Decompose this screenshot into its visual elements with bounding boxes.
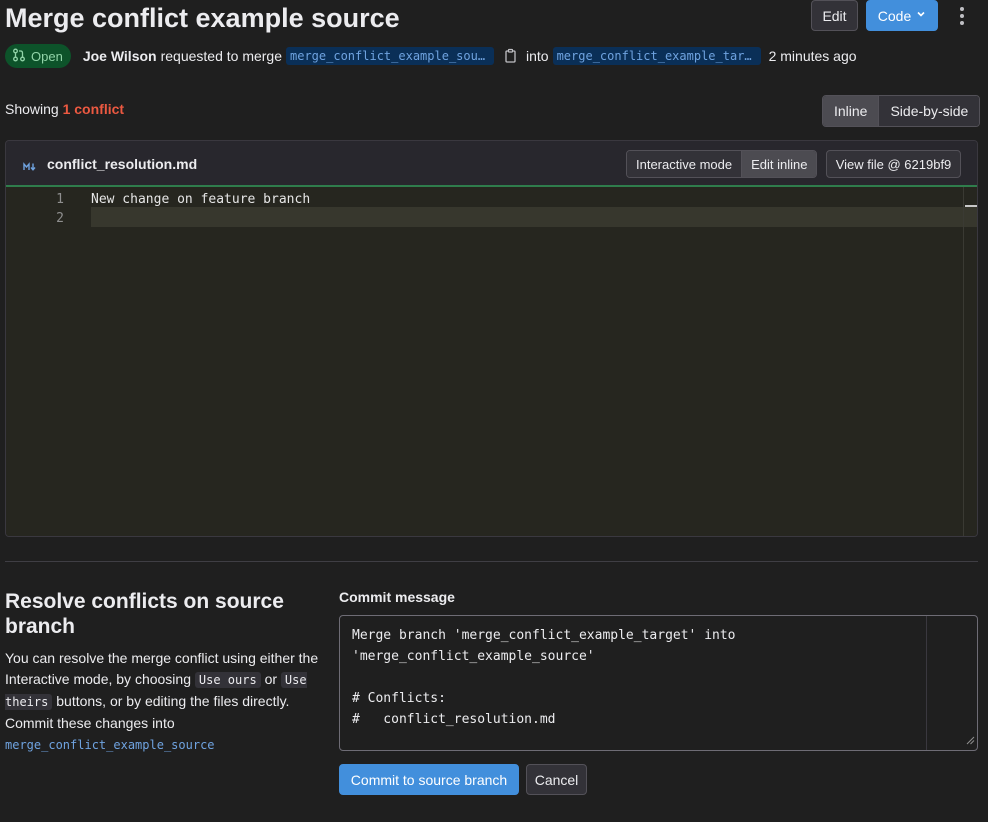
inline-view-button[interactable]: Inline [823, 96, 879, 126]
use-ours-code: Use ours [194, 672, 261, 688]
file-header: conflict_resolution.md Interactive mode … [6, 141, 977, 187]
resolution-mode-toggle: Interactive mode Edit inline [626, 150, 818, 178]
page-title: Merge conflict example source [5, 3, 400, 33]
interactive-mode-button[interactable]: Interactive mode [627, 151, 742, 177]
editor-scrollbar[interactable] [963, 187, 964, 536]
cursor-position-marker [965, 205, 977, 207]
more-actions-icon[interactable] [952, 4, 972, 28]
resolve-desc-or: or [264, 671, 278, 687]
current-line-highlight [91, 207, 977, 227]
view-file-button[interactable]: View file @ 6219bf9 [826, 150, 961, 178]
markdown-file-icon [23, 159, 37, 175]
chevron-down-icon [916, 9, 926, 22]
code-editor[interactable]: 1 New change on feature branch 2 [6, 187, 977, 536]
conflict-count: 1 conflict [62, 101, 125, 117]
source-branch-link[interactable]: merge_conflict_example_sour… [286, 47, 494, 65]
status-label: Open [31, 48, 63, 64]
resize-handle-icon[interactable] [965, 732, 975, 748]
code-button-label: Code [877, 7, 912, 24]
time-ago: 2 minutes ago [768, 48, 857, 64]
section-divider [5, 561, 978, 562]
commit-message-text[interactable]: Merge branch 'merge_conflict_example_tar… [352, 625, 922, 730]
cancel-button[interactable]: Cancel [526, 764, 587, 795]
conflict-summary: Showing 1 conflict [5, 101, 124, 117]
requested-text: requested to merge [160, 48, 282, 64]
into-text: into [526, 48, 549, 64]
resolve-section-title: Resolve conflicts on source branch [5, 590, 284, 638]
copy-icon[interactable] [504, 48, 518, 64]
file-name: conflict_resolution.md [47, 156, 198, 172]
merge-request-icon [12, 48, 31, 65]
code-line[interactable]: New change on feature branch [91, 192, 310, 207]
merge-request-meta: Open Joe Wilson requested to merge merge… [5, 44, 857, 68]
status-badge: Open [5, 44, 71, 68]
conflict-file-panel: conflict_resolution.md Interactive mode … [5, 140, 978, 537]
commit-message-label: Commit message [339, 589, 455, 605]
edit-button[interactable]: Edit [811, 0, 858, 31]
view-mode-toggle: Inline Side-by-side [822, 95, 981, 127]
showing-label: Showing [5, 101, 59, 117]
code-dropdown-button[interactable]: Code [866, 0, 938, 31]
resolve-description: You can resolve the merge conflict using… [5, 648, 323, 756]
commit-message-textarea[interactable]: Merge branch 'merge_conflict_example_tar… [339, 615, 978, 751]
source-branch-reference[interactable]: merge_conflict_example_source [5, 738, 215, 752]
line-number: 2 [56, 211, 64, 226]
edit-inline-button[interactable]: Edit inline [741, 151, 817, 177]
target-branch-link[interactable]: merge_conflict_example_targ… [552, 47, 761, 65]
line-number: 1 [56, 192, 64, 207]
side-by-side-view-button[interactable]: Side-by-side [878, 96, 980, 126]
textarea-divider [926, 616, 927, 750]
author-link[interactable]: Joe Wilson [83, 48, 157, 64]
commit-button[interactable]: Commit to source branch [339, 764, 519, 795]
